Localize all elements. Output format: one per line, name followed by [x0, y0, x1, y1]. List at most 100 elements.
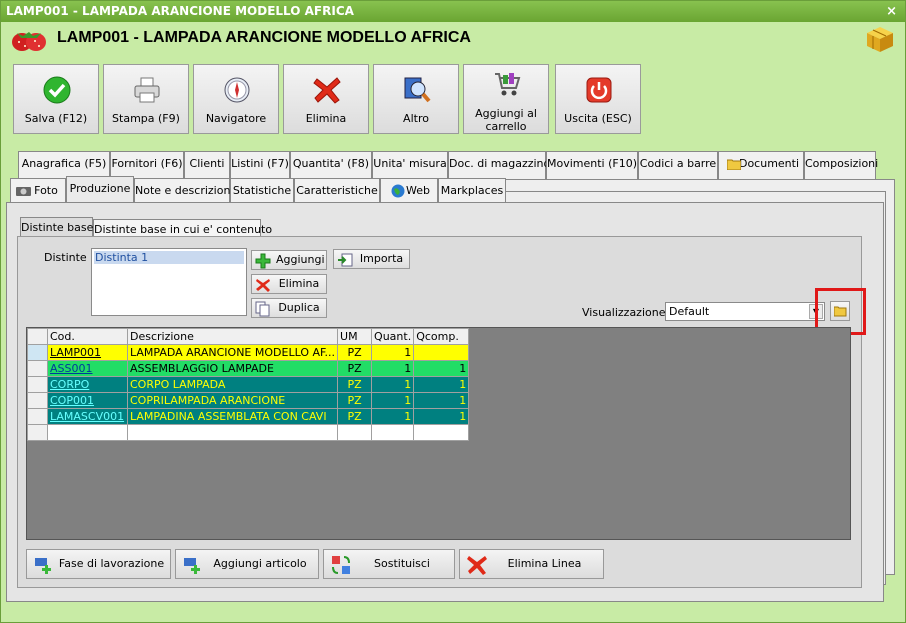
save-button[interactable]: Salva (F12)	[13, 64, 99, 134]
cell-code[interactable]: LAMP001	[47, 344, 128, 361]
tab-web[interactable]: Web	[380, 178, 438, 203]
row-selector[interactable]	[27, 360, 48, 377]
add-distinta-button[interactable]: Aggiungi	[251, 250, 327, 270]
add-article-button[interactable]: Aggiungi articolo	[175, 549, 319, 579]
tab-unita-misura[interactable]: Unita' misura	[372, 151, 448, 179]
tab-clienti[interactable]: Clienti	[184, 151, 230, 179]
cell-description[interactable]: ASSEMBLAGGIO LAMPADE	[126, 360, 339, 377]
cell-description[interactable]: COPRILAMPADA ARANCIONE	[126, 392, 339, 409]
row-selector[interactable]	[27, 424, 48, 441]
navigator-button[interactable]: Navigatore	[193, 64, 279, 134]
cell-code[interactable]	[47, 424, 128, 441]
cell-qcomp[interactable]: 1	[413, 408, 470, 425]
cell-quant[interactable]: 1	[371, 376, 415, 393]
column-header[interactable]: Quant.	[371, 328, 415, 345]
add-article-label: Aggiungi articolo	[213, 557, 307, 570]
row-selector[interactable]	[27, 408, 48, 425]
column-header[interactable]: Descrizione	[126, 328, 339, 345]
title-bar: LAMP001 - LAMPADA ARANCIONE MODELLO AFRI…	[1, 1, 905, 22]
delete-line-button[interactable]: Elimina Linea	[459, 549, 604, 579]
page-title: LAMP001 - LAMPADA ARANCIONE MODELLO AFRI…	[57, 29, 471, 46]
work-phase-button[interactable]: Fase di lavorazione	[26, 549, 171, 579]
import-icon	[338, 253, 353, 267]
distinte-list[interactable]: Distinta 1	[91, 248, 247, 316]
visualizzazione-select[interactable]: Default ▼	[665, 302, 825, 321]
duplicate-distinta-button[interactable]: Duplica	[251, 298, 327, 318]
magnifier-icon	[404, 77, 431, 103]
cell-qcomp[interactable]: 1	[413, 360, 470, 377]
cell-um[interactable]: PZ	[337, 376, 373, 393]
cell-code[interactable]: ASS001	[47, 360, 128, 377]
cell-description[interactable]: LAMPADA ARANCIONE MODELLO AF...	[126, 344, 339, 361]
tab-movimenti[interactable]: Movimenti (F10)	[546, 151, 638, 179]
add-to-cart-button[interactable]: Aggiungi al carrello	[463, 64, 549, 134]
cell-code[interactable]: LAMASCV001	[47, 408, 128, 425]
cell-quant[interactable]: 1	[371, 344, 415, 361]
cell-qcomp[interactable]	[413, 344, 470, 361]
table-row-new[interactable]	[27, 424, 470, 441]
table-row[interactable]: LAMASCV001 LAMPADINA ASSEMBLATA CON CAVI…	[27, 408, 470, 425]
tab-anagrafica[interactable]: Anagrafica (F5)	[18, 151, 110, 179]
add-to-cart-label: Aggiungi al carrello	[475, 107, 537, 133]
delete-button[interactable]: Elimina	[283, 64, 369, 134]
tab-documenti[interactable]: Documenti	[718, 151, 804, 179]
table-row[interactable]: CORPO CORPO LAMPADA PZ 1 1	[27, 376, 470, 393]
visualizzazione-label: Visualizzazione :	[582, 306, 673, 319]
cell-qcomp[interactable]: 1	[413, 376, 470, 393]
work-phase-label: Fase di lavorazione	[58, 557, 165, 570]
column-header[interactable]: Qcomp.	[413, 328, 470, 345]
cell-quant[interactable]: 1	[371, 392, 415, 409]
exit-button[interactable]: Uscita (ESC)	[555, 64, 641, 134]
tab-statistiche[interactable]: Statistiche	[230, 178, 294, 203]
cell-description[interactable]	[126, 424, 339, 441]
cell-code[interactable]: COP001	[47, 392, 128, 409]
cell-um[interactable]: PZ	[337, 344, 373, 361]
cell-quant[interactable]: 1	[371, 360, 415, 377]
power-icon	[586, 77, 612, 103]
close-icon[interactable]: ×	[886, 1, 897, 22]
tab-produzione[interactable]: Produzione	[66, 176, 134, 203]
compass-icon	[224, 77, 250, 103]
tab-fornitori[interactable]: Fornitori (F6)	[110, 151, 184, 179]
tab-listini[interactable]: Listini (F7)	[230, 151, 290, 179]
cell-um[interactable]: PZ	[337, 360, 373, 377]
tab-web-label: Web	[406, 184, 430, 197]
subtab-distinte-base[interactable]: Distinte base	[20, 217, 93, 238]
tab-caratteristiche[interactable]: Caratteristiche	[294, 178, 380, 203]
cell-qcomp[interactable]	[413, 424, 470, 441]
tab-markplaces[interactable]: Markplaces	[438, 178, 506, 203]
cube-icon[interactable]	[865, 25, 895, 53]
tab-codici-barre[interactable]: Codici a barre	[638, 151, 718, 179]
row-selector[interactable]	[27, 344, 48, 361]
tab-foto[interactable]: Foto	[10, 178, 66, 203]
cell-code[interactable]: CORPO	[47, 376, 128, 393]
check-icon	[43, 76, 71, 104]
table-row[interactable]: LAMP001 LAMPADA ARANCIONE MODELLO AF... …	[27, 344, 470, 361]
cell-qcomp[interactable]: 1	[413, 392, 470, 409]
cell-quant[interactable]	[371, 424, 415, 441]
list-item[interactable]: Distinta 1	[94, 251, 244, 264]
cell-um[interactable]	[337, 424, 373, 441]
replace-button[interactable]: Sostituisci	[323, 549, 455, 579]
print-button[interactable]: Stampa (F9)	[103, 64, 189, 134]
cell-quant[interactable]: 1	[371, 408, 415, 425]
row-selector[interactable]	[27, 392, 48, 409]
import-button[interactable]: Importa	[333, 249, 410, 269]
column-header[interactable]: Cod.	[47, 328, 128, 345]
table-row[interactable]: COP001 COPRILAMPADA ARANCIONE PZ 1 1	[27, 392, 470, 409]
tab-note-descrizioni[interactable]: Note e descrizioni	[134, 178, 234, 203]
row-selector[interactable]	[27, 376, 48, 393]
cell-um[interactable]: PZ	[337, 392, 373, 409]
x-icon	[313, 77, 341, 104]
tab-doc-magazzino[interactable]: Doc. di magazzino	[448, 151, 550, 179]
column-header[interactable]: UM	[337, 328, 373, 345]
tab-quantita[interactable]: Quantita' (F8)	[290, 151, 372, 179]
more-button[interactable]: Altro	[373, 64, 459, 134]
cell-description[interactable]: CORPO LAMPADA	[126, 376, 339, 393]
cell-description[interactable]: LAMPADINA ASSEMBLATA CON CAVI	[126, 408, 339, 425]
delete-distinta-button[interactable]: Elimina	[251, 274, 327, 294]
tab-composizioni[interactable]: Composizioni	[804, 151, 878, 179]
replace-label: Sostituisci	[374, 557, 430, 570]
cell-um[interactable]: PZ	[337, 408, 373, 425]
table-row[interactable]: ASS001 ASSEMBLAGGIO LAMPADE PZ 1 1	[27, 360, 470, 377]
